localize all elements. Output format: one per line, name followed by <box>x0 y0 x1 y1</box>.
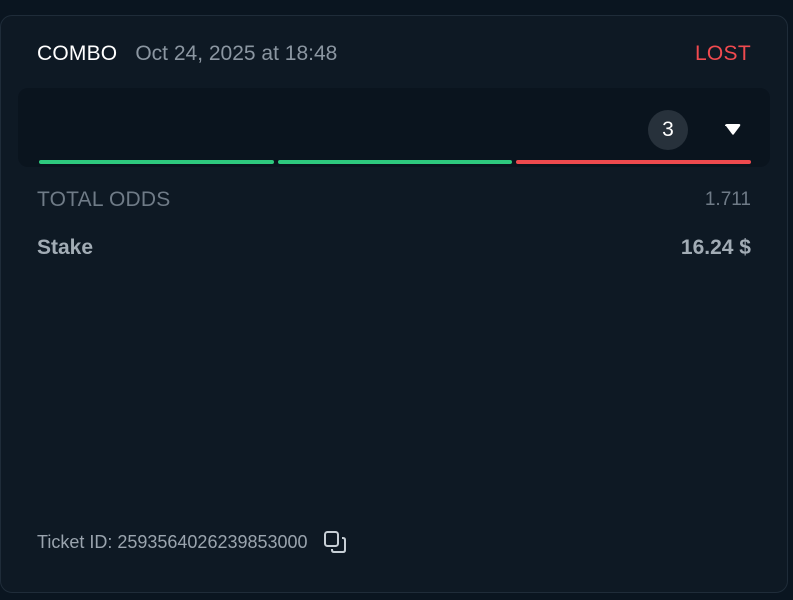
expand-legs-button[interactable] <box>720 118 746 142</box>
legs-panel[interactable]: 3 <box>18 88 770 167</box>
leg-count-badge: 3 <box>648 110 688 150</box>
stake-label: Stake <box>37 236 94 259</box>
bet-status-badge: LOST <box>694 42 751 65</box>
copy-icon <box>323 531 346 553</box>
bet-type-label: COMBO <box>37 42 118 65</box>
stake-value: 16.24 $ <box>680 236 751 259</box>
total-odds-row: TOTAL ODDS 1.711 <box>37 188 751 212</box>
caret-down-icon <box>725 124 741 135</box>
leg-result-bar-3 <box>516 160 752 164</box>
leg-result-bar-1 <box>39 160 274 164</box>
ticket-id-row: Ticket ID: 2593564026239853000 <box>37 529 348 555</box>
bet-header: COMBO Oct 24, 2025 at 18:48 LOST <box>37 38 751 70</box>
bet-card: COMBO Oct 24, 2025 at 18:48 LOST 3 TOTAL… <box>0 15 788 593</box>
bet-date: Oct 24, 2025 at 18:48 <box>135 42 338 65</box>
ticket-id: Ticket ID: 2593564026239853000 <box>37 531 308 552</box>
total-odds-label: TOTAL ODDS <box>37 188 171 211</box>
stake-row: Stake 16.24 $ <box>37 236 751 260</box>
total-odds-value: 1.711 <box>704 189 751 210</box>
copy-ticket-button[interactable] <box>322 529 348 555</box>
leg-result-bar-2 <box>277 160 513 164</box>
leg-result-bars <box>39 160 752 165</box>
